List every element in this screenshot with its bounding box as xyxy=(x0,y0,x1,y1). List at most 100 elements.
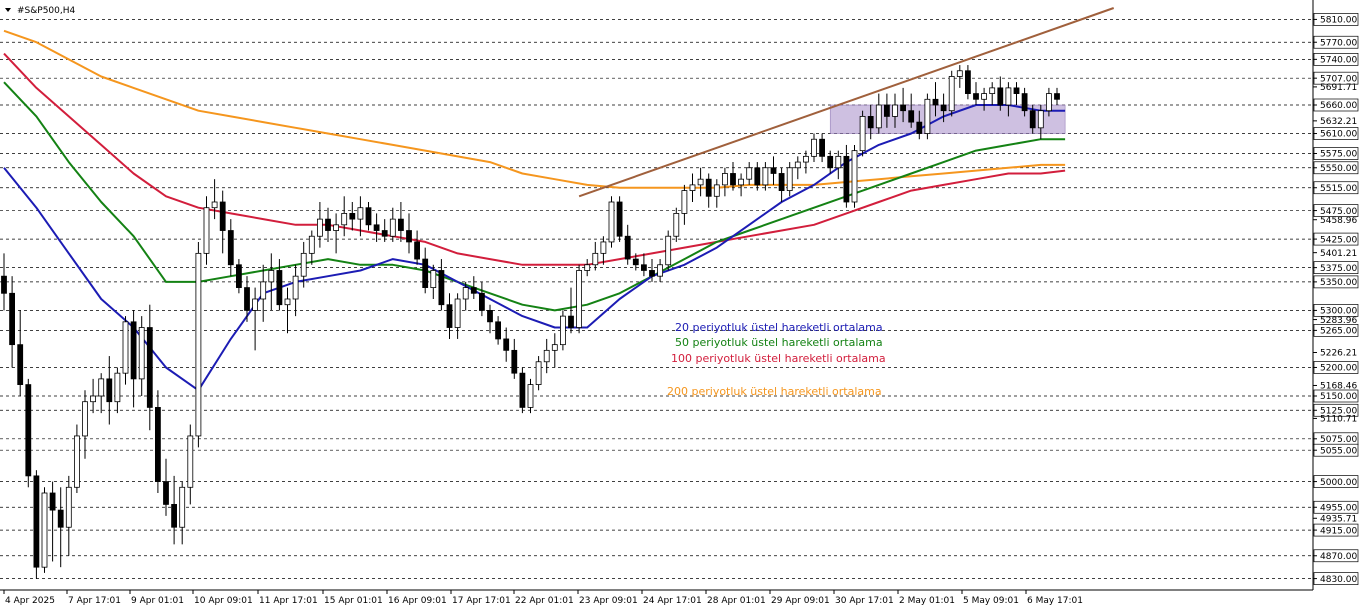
candle-body xyxy=(965,70,971,94)
price-label: 4935.71 xyxy=(1320,514,1357,524)
candle-body xyxy=(916,121,923,134)
price-label: 4870.00 xyxy=(1320,552,1357,562)
candle-body xyxy=(1029,110,1036,129)
candle-body xyxy=(632,258,639,266)
time-label: 29 Apr 09:01 xyxy=(771,596,830,606)
candle-body xyxy=(884,104,890,117)
candle-body xyxy=(875,104,882,129)
candle-body xyxy=(713,184,720,197)
candle xyxy=(576,264,582,334)
time-label: 17 Apr 17:01 xyxy=(452,596,511,606)
price-label: 5265.00 xyxy=(1320,327,1357,337)
candle xyxy=(25,378,32,488)
candle-body xyxy=(770,167,777,174)
candle-body xyxy=(794,161,801,169)
candle-body xyxy=(495,321,502,340)
candle-body xyxy=(746,167,753,180)
candle-body xyxy=(527,384,534,408)
time-label: 9 Apr 01:01 xyxy=(131,596,184,606)
time-label: 15 Apr 01:01 xyxy=(324,596,383,606)
candle-body xyxy=(146,327,153,408)
candle-body xyxy=(1046,93,1052,112)
price-label: 5740.00 xyxy=(1320,56,1357,66)
candle-body xyxy=(786,167,793,191)
candle-body xyxy=(600,241,607,254)
price-label: 5075.00 xyxy=(1320,435,1357,445)
candle xyxy=(195,241,202,448)
candle-body xyxy=(560,315,566,346)
ema-annotation: 50 periyotluk üstel hareketli ortalama xyxy=(675,336,883,349)
candle-body xyxy=(665,235,672,266)
candle-body xyxy=(924,98,931,134)
price-label: 4915.00 xyxy=(1320,526,1357,536)
candle-body xyxy=(487,310,493,323)
candle-body xyxy=(681,190,688,214)
candle-body xyxy=(41,492,48,568)
candle-body xyxy=(981,93,987,100)
candle-body xyxy=(130,321,137,380)
candle-body xyxy=(1054,93,1060,100)
time-label: 10 Apr 09:01 xyxy=(194,596,253,606)
candle-body xyxy=(438,270,445,306)
candle-body xyxy=(381,230,388,237)
chart-root: 5810.00 5770.00 5740.00 5707.00 5691.71 5660.… xyxy=(0,0,1362,611)
candle-body xyxy=(843,155,850,203)
candle-body xyxy=(859,116,866,152)
candle-body xyxy=(730,173,736,186)
candle-body xyxy=(454,298,461,328)
time-label: 22 Apr 01:01 xyxy=(515,596,574,606)
candle-body xyxy=(349,213,356,220)
ema-annotation: 200 periyotluk üstel hareketli ortalama xyxy=(667,385,882,398)
price-label: 5425.00 xyxy=(1320,235,1357,245)
candle-body xyxy=(82,401,88,437)
candle xyxy=(41,487,48,573)
candle-body xyxy=(211,201,218,209)
price-label: 5375.00 xyxy=(1320,264,1357,274)
time-label: 5 May 09:01 xyxy=(963,596,1019,606)
candle xyxy=(665,230,672,271)
candle-body xyxy=(803,155,809,163)
candle-body xyxy=(503,338,510,351)
time-label: 30 Apr 17:01 xyxy=(835,596,894,606)
candle-body xyxy=(138,327,145,380)
candle xyxy=(616,196,623,242)
candle-body xyxy=(9,292,16,346)
candle-body xyxy=(25,384,32,477)
candle-body xyxy=(551,344,558,351)
candle-body xyxy=(397,218,404,231)
price-label: 5610.00 xyxy=(1320,130,1357,140)
price-chart[interactable]: 5810.005770.005740.005707.005691.715660.… xyxy=(0,0,1362,611)
candle-body xyxy=(568,315,574,328)
candle-body xyxy=(430,270,437,288)
time-label: 28 Apr 01:01 xyxy=(707,596,766,606)
candle-body xyxy=(867,116,874,129)
candle-body xyxy=(697,178,704,186)
chart-title-text: #S&P500,H4 xyxy=(17,6,76,16)
candle-body xyxy=(373,224,380,231)
candle-body xyxy=(203,207,210,254)
candle-body xyxy=(1021,93,1028,112)
price-label: 5575.00 xyxy=(1320,150,1357,160)
candle-body xyxy=(325,218,331,231)
candle-body xyxy=(722,173,728,186)
candle-body xyxy=(956,70,963,77)
candle-body xyxy=(778,173,785,191)
candle-body xyxy=(519,372,526,408)
candle-body xyxy=(171,504,178,528)
candle-body xyxy=(827,155,834,169)
candle-body xyxy=(649,270,655,277)
price-label: 5401.21 xyxy=(1320,249,1357,259)
candle-body xyxy=(357,207,364,220)
price-label: 5660.00 xyxy=(1320,101,1357,111)
candle xyxy=(851,144,858,208)
candle-body xyxy=(219,201,226,231)
candle-body xyxy=(1013,87,1020,94)
candle-body xyxy=(300,252,307,277)
candle-body xyxy=(616,201,623,237)
candle-body xyxy=(276,270,283,306)
candle-body xyxy=(268,270,275,283)
candle-body xyxy=(932,98,939,106)
time-label: 7 Apr 17:01 xyxy=(68,596,121,606)
candle-body xyxy=(333,224,340,231)
candle-body xyxy=(292,275,299,300)
